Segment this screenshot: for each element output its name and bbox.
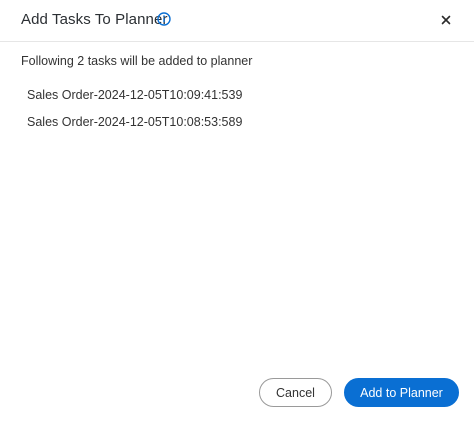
add-to-planner-button[interactable]: Add to Planner	[344, 378, 459, 407]
info-icon[interactable]	[157, 12, 171, 26]
close-icon[interactable]	[437, 11, 455, 29]
add-tasks-dialog: Add Tasks To Planner Following 2 tasks w…	[0, 0, 474, 422]
intro-text: Following 2 tasks will be added to plann…	[21, 54, 253, 68]
task-list-item: Sales Order-2024-12-05T10:08:53:589	[27, 115, 243, 129]
task-list-item: Sales Order-2024-12-05T10:09:41:539	[27, 88, 243, 102]
cancel-button[interactable]: Cancel	[259, 378, 332, 407]
dialog-title: Add Tasks To Planner	[21, 11, 168, 28]
dialog-header: Add Tasks To Planner	[0, 0, 474, 42]
task-list: Sales Order-2024-12-05T10:09:41:539 Sale…	[27, 86, 242, 140]
